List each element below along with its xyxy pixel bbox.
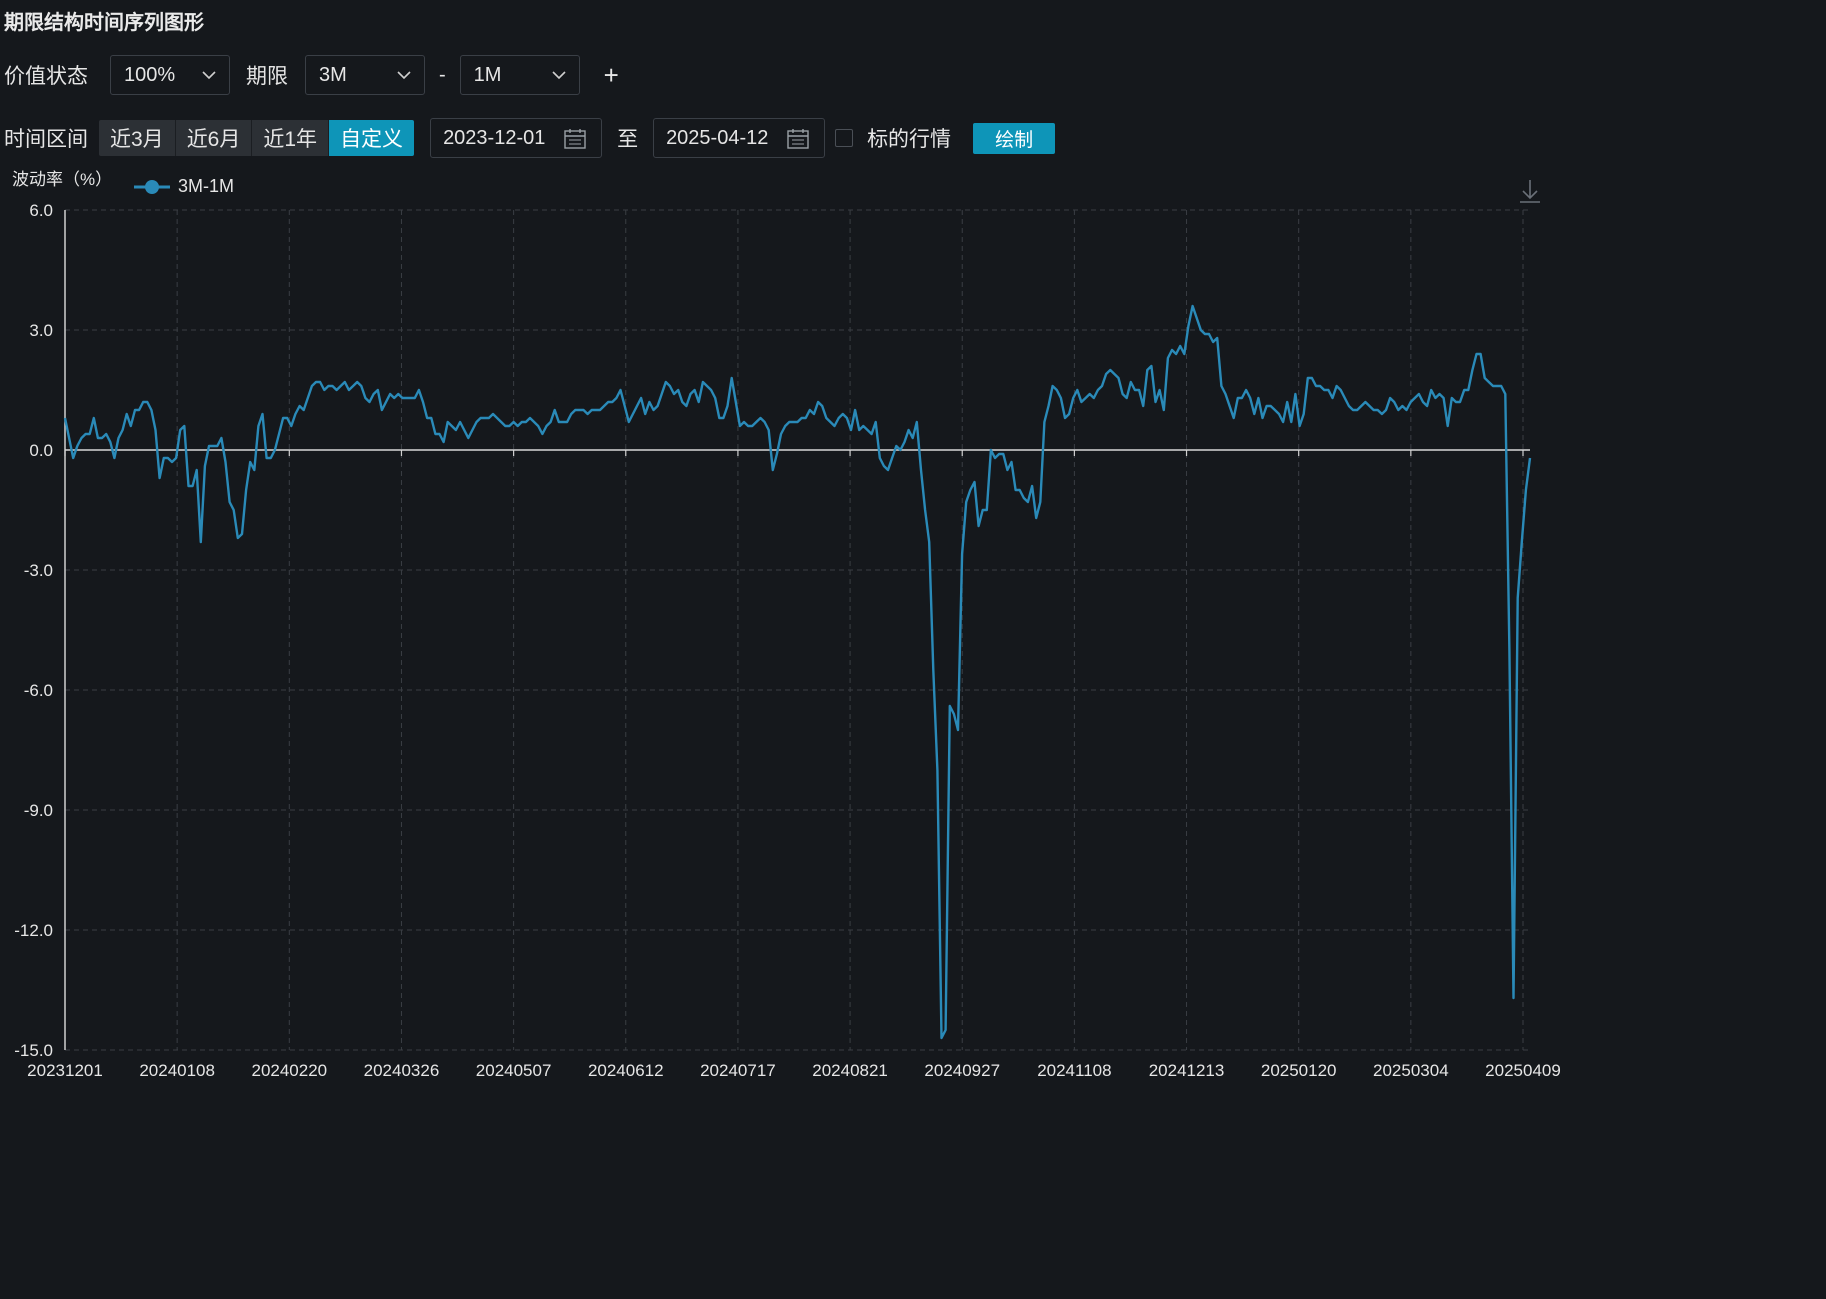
x-tick-label: 20240717	[700, 1061, 776, 1080]
x-tick-label: 20241108	[1037, 1061, 1111, 1080]
x-tick-label: 20240612	[588, 1061, 664, 1080]
y-tick-label: 0.0	[29, 441, 53, 460]
underlying-label: 标的行情	[867, 128, 952, 151]
calendar-icon	[564, 129, 586, 149]
chevron-down-icon	[552, 71, 566, 80]
time-range-row: 时间区间 近3月 近6月 近1年 自定义 2023-12-01 至 2025-0…	[4, 118, 1056, 158]
y-tick-label: -12.0	[14, 921, 53, 940]
volatility-chart: 6.0 3.0 0.0 -3.0 -6.0 -9.0 -12.0 -15.020231201 2…	[12, 170, 1561, 1080]
x-tick-label: 20240507	[476, 1061, 552, 1080]
start-date-input[interactable]: 2023-12-01	[430, 118, 603, 158]
range-custom-button[interactable]: 自定义	[329, 120, 415, 156]
x-tick-label: 20240821	[812, 1061, 888, 1080]
tenor2-value: 1M	[473, 63, 502, 86]
x-tick-label: 20240220	[251, 1061, 327, 1080]
chevron-down-icon	[397, 71, 411, 80]
calendar-icon	[787, 129, 809, 149]
y-tick-label: -3.0	[24, 561, 53, 580]
y-tick-label: -15.0	[14, 1041, 53, 1060]
legend-marker	[145, 180, 159, 194]
x-tick-label: 20250304	[1373, 1061, 1449, 1080]
chart-legend[interactable]: 3M-1M	[134, 176, 234, 196]
tenor-separator: -	[439, 63, 446, 86]
chevron-down-icon	[202, 71, 216, 80]
value-state-label: 价值状态	[4, 65, 88, 88]
x-tick-label: 20231201	[27, 1061, 103, 1080]
end-date-value: 2025-04-12	[666, 126, 769, 149]
range-3m-button[interactable]: 近3月	[99, 120, 176, 156]
tenor1-select[interactable]: 3M	[305, 55, 425, 95]
x-tick-label: 20240927	[924, 1061, 1000, 1080]
range-6m-button[interactable]: 近6月	[175, 120, 253, 156]
x-tick-label: 20240108	[139, 1061, 215, 1080]
tenor-label: 期限	[246, 65, 288, 88]
y-axis-label: 波动率（%）	[12, 170, 112, 189]
time-range-label: 时间区间	[4, 128, 88, 151]
x-tick-label: 20250409	[1485, 1061, 1561, 1080]
value-state-value: 100%	[124, 63, 176, 86]
chart-axes: 6.0 3.0 0.0 -3.0 -6.0 -9.0 -12.0 -15.020231201 2…	[14, 201, 1561, 1080]
chart-series	[63, 304, 1532, 1040]
to-label: 至	[617, 128, 639, 151]
x-tick-label: 20241213	[1149, 1061, 1225, 1080]
y-tick-label: -9.0	[24, 801, 53, 820]
y-tick-label: 3.0	[29, 321, 53, 340]
range-1y-button[interactable]: 近1年	[252, 120, 330, 156]
add-tenor-button[interactable]: +	[604, 62, 619, 88]
x-tick-label: 20250120	[1261, 1061, 1337, 1080]
tenor-controls-row: 价值状态 100% 期限 3M - 1M +	[4, 55, 619, 95]
download-icon[interactable]	[1520, 180, 1540, 203]
value-state-select[interactable]: 100%	[110, 55, 230, 95]
legend-label: 3M-1M	[178, 176, 234, 196]
underlying-checkbox[interactable]	[835, 129, 854, 147]
tenor1-value: 3M	[319, 63, 347, 86]
page-title: 期限结构时间序列图形	[4, 12, 204, 34]
series-line-3m-1m	[63, 304, 1532, 1040]
time-range-buttons: 近3月 近6月 近1年 自定义	[99, 120, 415, 156]
y-tick-label: 6.0	[29, 201, 53, 220]
tenor2-select[interactable]: 1M	[459, 55, 580, 95]
y-tick-label: -6.0	[24, 681, 53, 700]
chart-grid	[65, 209, 1530, 1051]
x-tick-label: 20240326	[364, 1061, 440, 1080]
draw-button[interactable]: 绘制	[973, 122, 1056, 154]
end-date-input[interactable]: 2025-04-12	[653, 118, 826, 158]
start-date-value: 2023-12-01	[443, 126, 546, 149]
